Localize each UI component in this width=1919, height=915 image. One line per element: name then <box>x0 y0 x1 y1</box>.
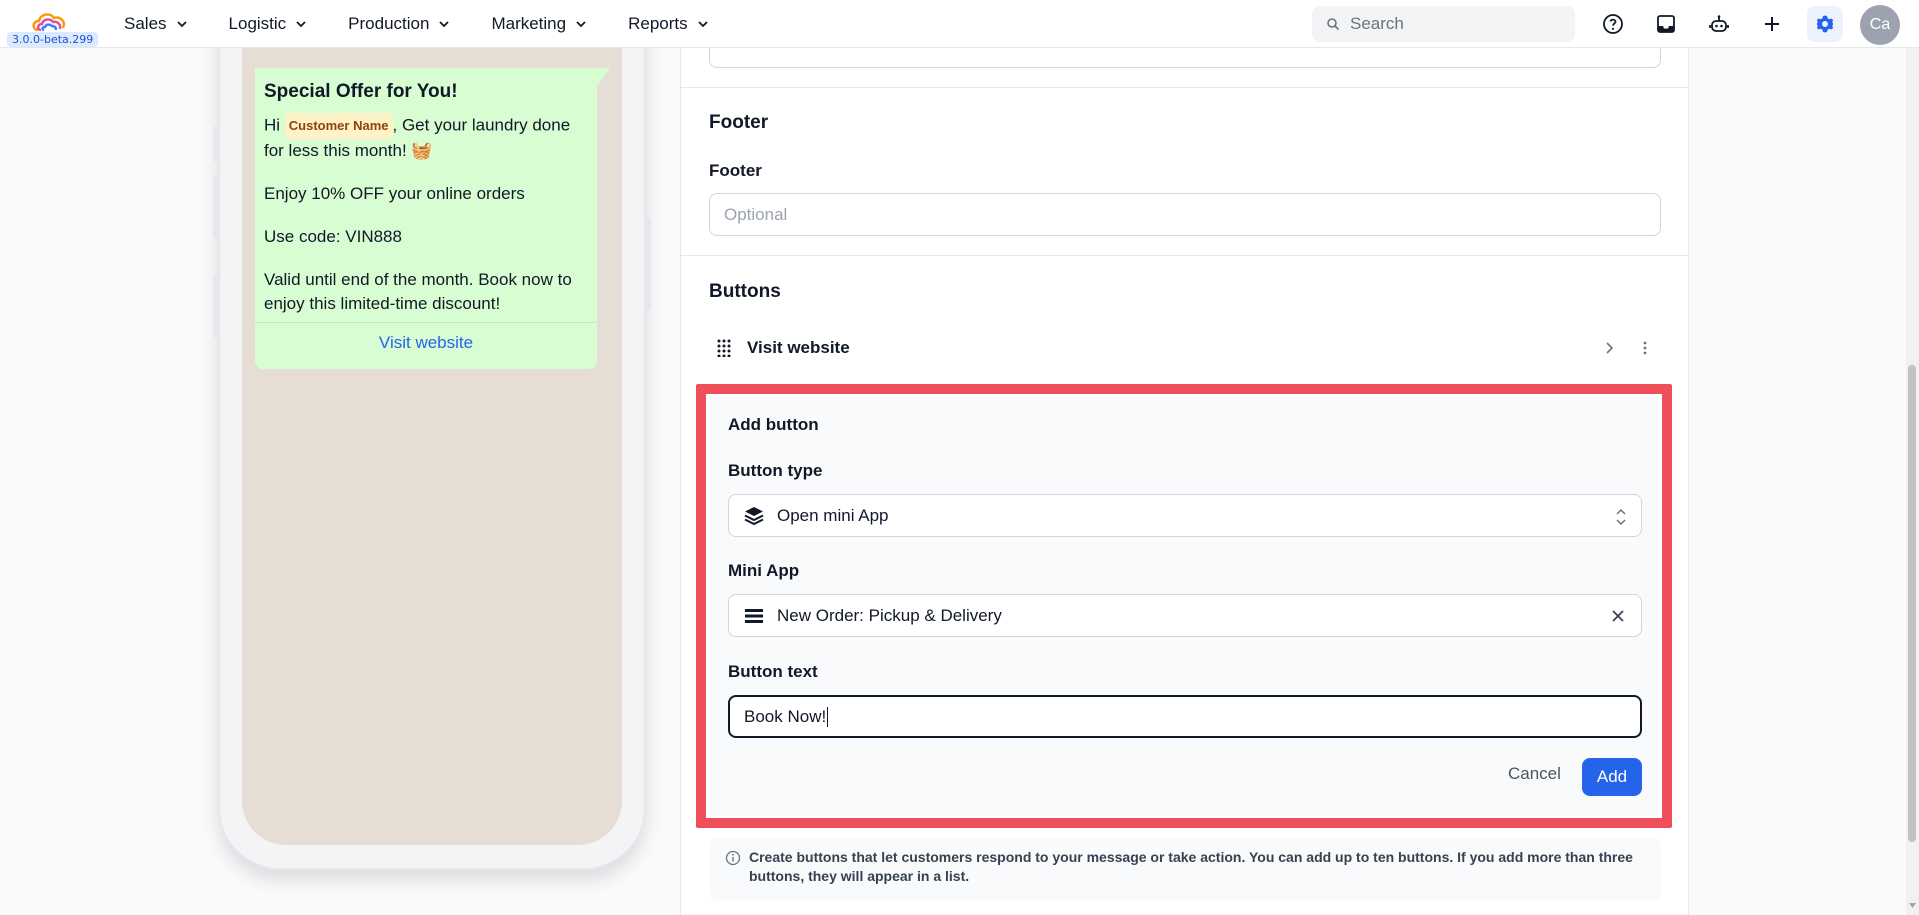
layers-icon <box>744 506 764 525</box>
button-type-select[interactable]: Open mini App <box>728 494 1642 537</box>
list-icon <box>745 608 763 623</box>
customer-name-variable: Customer Name <box>284 113 393 139</box>
buttons-info-note: Create buttons that let customers respon… <box>709 838 1661 900</box>
add-confirm-button[interactable]: Add <box>1582 758 1642 796</box>
footer-section-title: Footer <box>709 112 769 133</box>
inbox-icon <box>1657 15 1675 33</box>
plus-icon <box>1765 17 1779 31</box>
search-icon <box>1327 18 1340 31</box>
section-divider <box>681 255 1688 256</box>
nav-logistic[interactable]: Logistic <box>229 14 309 34</box>
add-button[interactable] <box>1754 6 1790 42</box>
chevron-down-icon <box>697 21 708 28</box>
nav-label: Reports <box>628 14 688 33</box>
nav-marketing[interactable]: Marketing <box>491 14 588 34</box>
preview-line-1: Hi Customer Name, Get your laundry done … <box>264 113 588 163</box>
cancel-button[interactable]: Cancel <box>1508 764 1561 784</box>
help-icon <box>1603 14 1623 34</box>
main-nav: Sales Logistic Production Marketing Repo… <box>124 0 750 48</box>
chevron-right-icon[interactable] <box>1601 340 1617 356</box>
button-text-label: Button text <box>728 662 818 681</box>
phone-side-button <box>213 276 218 338</box>
nav-label: Production <box>348 14 430 33</box>
bot-button[interactable] <box>1701 6 1737 42</box>
bubble-divider <box>255 322 597 323</box>
preview-line-3: Use code: VIN888 <box>264 227 402 246</box>
settings-icon <box>1816 15 1834 33</box>
preview-title: Special Offer for You! <box>264 81 458 102</box>
scrollbar-thumb[interactable] <box>1908 365 1916 842</box>
chevron-down-icon <box>296 21 306 28</box>
drag-handle[interactable] <box>709 339 739 357</box>
phone-side-button <box>646 218 651 310</box>
chevron-down-icon <box>176 21 187 28</box>
nav-reports[interactable]: Reports <box>628 14 710 34</box>
existing-button-label: Visit website <box>747 338 850 357</box>
settings-button[interactable] <box>1807 6 1843 42</box>
nav-label: Marketing <box>491 14 567 33</box>
search-placeholder: Search <box>1350 14 1404 33</box>
chevron-up-down-icon <box>1616 508 1626 526</box>
chevron-down-icon <box>576 21 586 28</box>
button-type-label: Button type <box>728 461 823 480</box>
button-list-item[interactable]: Visit website <box>709 330 1661 366</box>
help-button[interactable] <box>1595 6 1631 42</box>
button-type-value: Open mini App <box>777 505 889 525</box>
preview-line-2: Enjoy 10% OFF your online orders <box>264 184 525 203</box>
section-divider <box>681 87 1688 88</box>
search-input[interactable]: Search <box>1312 6 1575 42</box>
chevron-down-icon <box>439 21 450 28</box>
scroll-down-arrow-icon[interactable] <box>1907 900 1918 911</box>
footer-placeholder: Optional <box>724 204 788 224</box>
nav-label: Logistic <box>228 14 287 33</box>
mini-app-select[interactable]: New Order: Pickup & Delivery <box>728 594 1642 637</box>
mini-app-value: New Order: Pickup & Delivery <box>777 605 1002 625</box>
preview-greeting: Hi <box>264 115 281 135</box>
button-text-value: Book Now! <box>744 706 827 726</box>
version-badge: 3.0.0-beta.299 <box>7 32 99 47</box>
text-caret <box>827 706 829 727</box>
buttons-section-title: Buttons <box>709 281 781 302</box>
nav-label: Sales <box>124 14 167 33</box>
nav-production[interactable]: Production <box>348 14 451 34</box>
phone-side-button <box>213 176 218 238</box>
user-avatar[interactable]: Ca <box>1860 5 1900 45</box>
top-icon-group <box>1595 0 1860 48</box>
info-icon <box>725 850 741 866</box>
drag-grip-icon <box>717 339 731 357</box>
footer-label: Footer <box>709 161 762 180</box>
nav-sales[interactable]: Sales <box>124 14 189 34</box>
button-text-input[interactable]: Book Now! <box>728 695 1642 738</box>
phone-side-button <box>213 126 218 162</box>
info-text: Create buttons that let customers respon… <box>749 849 1633 884</box>
more-options-icon[interactable] <box>1637 340 1653 356</box>
footer-input[interactable]: Optional <box>709 193 1661 236</box>
message-preview-bubble: Special Offer for You! Hi Customer Name,… <box>255 68 597 369</box>
bot-icon <box>1709 15 1729 32</box>
top-navigation-bar: 3.0.0-beta.299 Sales Logistic Production… <box>0 0 1919 48</box>
add-button-title: Add button <box>728 415 819 434</box>
preview-line-4: Valid until end of the month. Book now t… <box>264 270 572 313</box>
close-icon[interactable] <box>1609 607 1627 625</box>
preview-visit-website-link[interactable]: Visit website <box>255 333 597 353</box>
inbox-button[interactable] <box>1648 6 1684 42</box>
mini-app-label: Mini App <box>728 561 800 580</box>
